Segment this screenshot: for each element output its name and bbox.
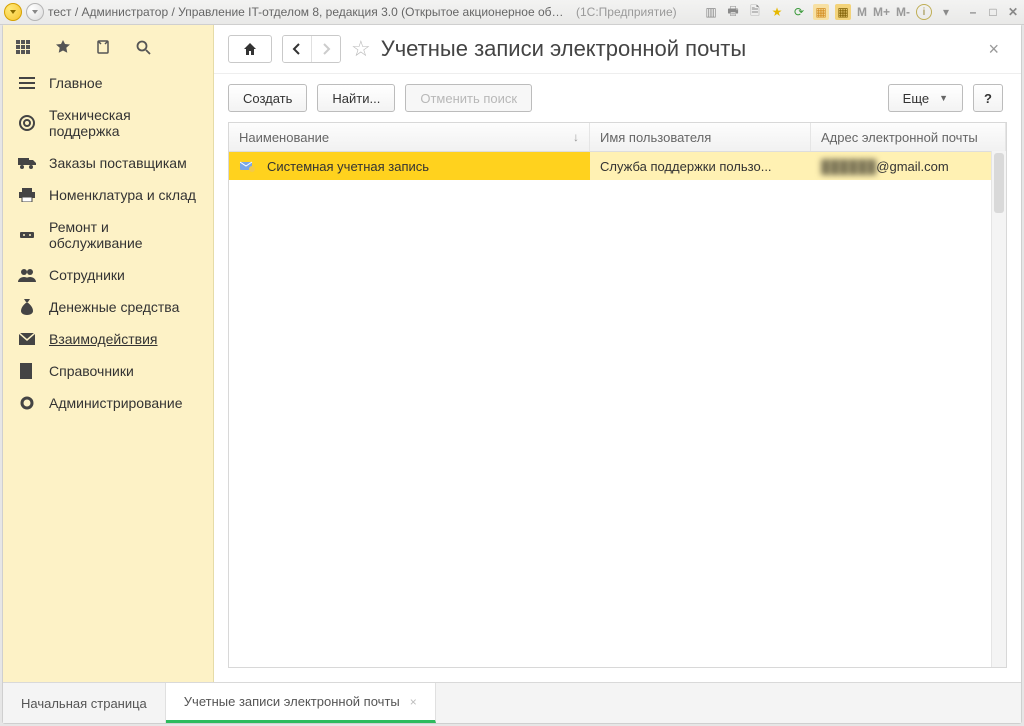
sections-icon[interactable] bbox=[13, 37, 33, 57]
table-row[interactable]: Системная учетная запись Служба поддержк… bbox=[229, 152, 1006, 180]
column-header-email[interactable]: Адрес электронной почты bbox=[811, 123, 1006, 151]
sidebar-item-label: Номенклатура и склад bbox=[49, 187, 201, 203]
document-icon[interactable]: 🗎 bbox=[747, 4, 763, 20]
page-title: Учетные записи электронной почты bbox=[381, 36, 746, 62]
content-area: ☆ Учетные записи электронной почты × Соз… bbox=[214, 25, 1021, 682]
table-body: Системная учетная запись Служба поддержк… bbox=[229, 152, 1006, 667]
titlebar-toolbar: ▥ 🖶 🗎 ★ ⟳ ▦ ▦ M M+ M- i ▾ bbox=[703, 4, 954, 20]
column-header-user[interactable]: Имя пользователя bbox=[590, 123, 811, 151]
minimize-button[interactable]: – bbox=[966, 5, 980, 19]
m-button[interactable]: M bbox=[857, 5, 867, 19]
sidebar-item-employees[interactable]: Сотрудники bbox=[3, 259, 213, 291]
book-icon bbox=[17, 363, 37, 379]
calculator-icon[interactable]: ▦ bbox=[813, 4, 829, 20]
cell-name: Системная учетная запись bbox=[229, 152, 590, 180]
page-header: ☆ Учетные записи электронной почты × bbox=[214, 25, 1021, 74]
sidebar-item-orders[interactable]: Заказы поставщикам bbox=[3, 147, 213, 179]
dropdown-button[interactable] bbox=[26, 3, 44, 21]
list-icon bbox=[17, 75, 37, 91]
favorite-star-icon[interactable]: ☆ bbox=[351, 36, 371, 62]
gear-icon bbox=[17, 395, 37, 411]
sidebar-item-label: Главное bbox=[49, 75, 201, 91]
favorite-add-icon[interactable]: ★ bbox=[769, 4, 785, 20]
account-icon bbox=[239, 159, 257, 173]
envelope-icon bbox=[17, 331, 37, 347]
cell-email: ██████@gmail.com bbox=[811, 152, 1006, 180]
truck-icon bbox=[17, 155, 37, 171]
sidebar-item-label: Взаимодействия bbox=[49, 331, 201, 347]
sidebar-item-label: Администрирование bbox=[49, 395, 201, 411]
vertical-scrollbar[interactable] bbox=[991, 151, 1006, 667]
people-icon bbox=[17, 267, 37, 283]
window-tabs: Начальная страница Учетные записи электр… bbox=[3, 682, 1021, 723]
sidebar-item-label: Техническая поддержка bbox=[49, 107, 201, 139]
history-icon[interactable] bbox=[93, 37, 113, 57]
help-button[interactable]: ? bbox=[973, 84, 1003, 112]
more-button[interactable]: Еще bbox=[888, 84, 963, 112]
wrench-icon bbox=[17, 227, 37, 243]
window-title: тест / Администратор / Управление IT-отд… bbox=[48, 5, 568, 19]
email-domain-part: @gmail.com bbox=[876, 159, 948, 174]
page-toolbar: Создать Найти... Отменить поиск Еще ? bbox=[214, 74, 1021, 122]
sidebar-item-main[interactable]: Главное bbox=[3, 67, 213, 99]
printer-icon bbox=[17, 187, 37, 203]
tab-label: Учетные записи электронной почты bbox=[184, 694, 400, 709]
home-button[interactable] bbox=[228, 35, 272, 63]
window-list-icon[interactable]: ▥ bbox=[703, 4, 719, 20]
close-page-button[interactable]: × bbox=[984, 39, 1003, 60]
sidebar-item-money[interactable]: Денежные средства bbox=[3, 291, 213, 323]
m-plus-button[interactable]: M+ bbox=[873, 5, 890, 19]
sidebar-item-label: Денежные средства bbox=[49, 299, 201, 315]
sidebar-item-stock[interactable]: Номенклатура и склад bbox=[3, 179, 213, 211]
sidebar-item-support[interactable]: Техническая поддержка bbox=[3, 99, 213, 147]
info-dropdown-icon[interactable]: ▾ bbox=[938, 4, 954, 20]
navigation-sidebar: Главное Техническая поддержка Заказы пос… bbox=[3, 25, 214, 682]
refresh-icon[interactable]: ⟳ bbox=[791, 4, 807, 20]
window-controls: – □ ✕ bbox=[966, 5, 1020, 19]
create-button[interactable]: Создать bbox=[228, 84, 307, 112]
calendar-icon[interactable]: ▦ bbox=[835, 4, 851, 20]
cell-user: Служба поддержки пользо... bbox=[590, 152, 811, 180]
sidebar-item-label: Сотрудники bbox=[49, 267, 201, 283]
lifebuoy-icon bbox=[17, 115, 37, 131]
find-button[interactable]: Найти... bbox=[317, 84, 395, 112]
sidebar-item-repair[interactable]: Ремонт и обслуживание bbox=[3, 211, 213, 259]
sidebar-item-label: Справочники bbox=[49, 363, 201, 379]
nav-back-forward bbox=[282, 35, 341, 63]
tab-start-page[interactable]: Начальная страница bbox=[3, 683, 166, 723]
accounts-table: Наименование Имя пользователя Адрес элек… bbox=[228, 122, 1007, 668]
tab-label: Начальная страница bbox=[21, 696, 147, 711]
app-menu-button[interactable] bbox=[4, 3, 22, 21]
column-header-name[interactable]: Наименование bbox=[229, 123, 590, 151]
tab-close-icon[interactable]: × bbox=[410, 695, 417, 709]
info-icon[interactable]: i bbox=[916, 4, 932, 20]
sidebar-item-admin[interactable]: Администрирование bbox=[3, 387, 213, 419]
email-masked-part: ██████ bbox=[821, 159, 876, 174]
search-icon[interactable] bbox=[133, 37, 153, 57]
m-minus-button[interactable]: M- bbox=[896, 5, 910, 19]
forward-button[interactable] bbox=[311, 36, 340, 62]
table-header: Наименование Имя пользователя Адрес элек… bbox=[229, 123, 1006, 152]
window-titlebar: тест / Администратор / Управление IT-отд… bbox=[0, 0, 1024, 25]
print-icon[interactable]: 🖶 bbox=[725, 4, 741, 20]
back-button[interactable] bbox=[283, 36, 311, 62]
sidebar-toolbar bbox=[3, 31, 213, 67]
close-window-button[interactable]: ✕ bbox=[1006, 5, 1020, 19]
window-context: (1С:Предприятие) bbox=[576, 5, 677, 19]
maximize-button[interactable]: □ bbox=[986, 5, 1000, 19]
sidebar-item-label: Ремонт и обслуживание bbox=[49, 219, 201, 251]
sidebar-item-catalogs[interactable]: Справочники bbox=[3, 355, 213, 387]
tab-email-accounts[interactable]: Учетные записи электронной почты × bbox=[166, 683, 436, 723]
moneybag-icon bbox=[17, 299, 37, 315]
scrollbar-thumb[interactable] bbox=[994, 153, 1004, 213]
sidebar-item-label: Заказы поставщикам bbox=[49, 155, 201, 171]
sidebar-item-interactions[interactable]: Взаимодействия bbox=[3, 323, 213, 355]
favorites-icon[interactable] bbox=[53, 37, 73, 57]
cell-name-text: Системная учетная запись bbox=[267, 159, 429, 174]
cancel-search-button: Отменить поиск bbox=[405, 84, 532, 112]
